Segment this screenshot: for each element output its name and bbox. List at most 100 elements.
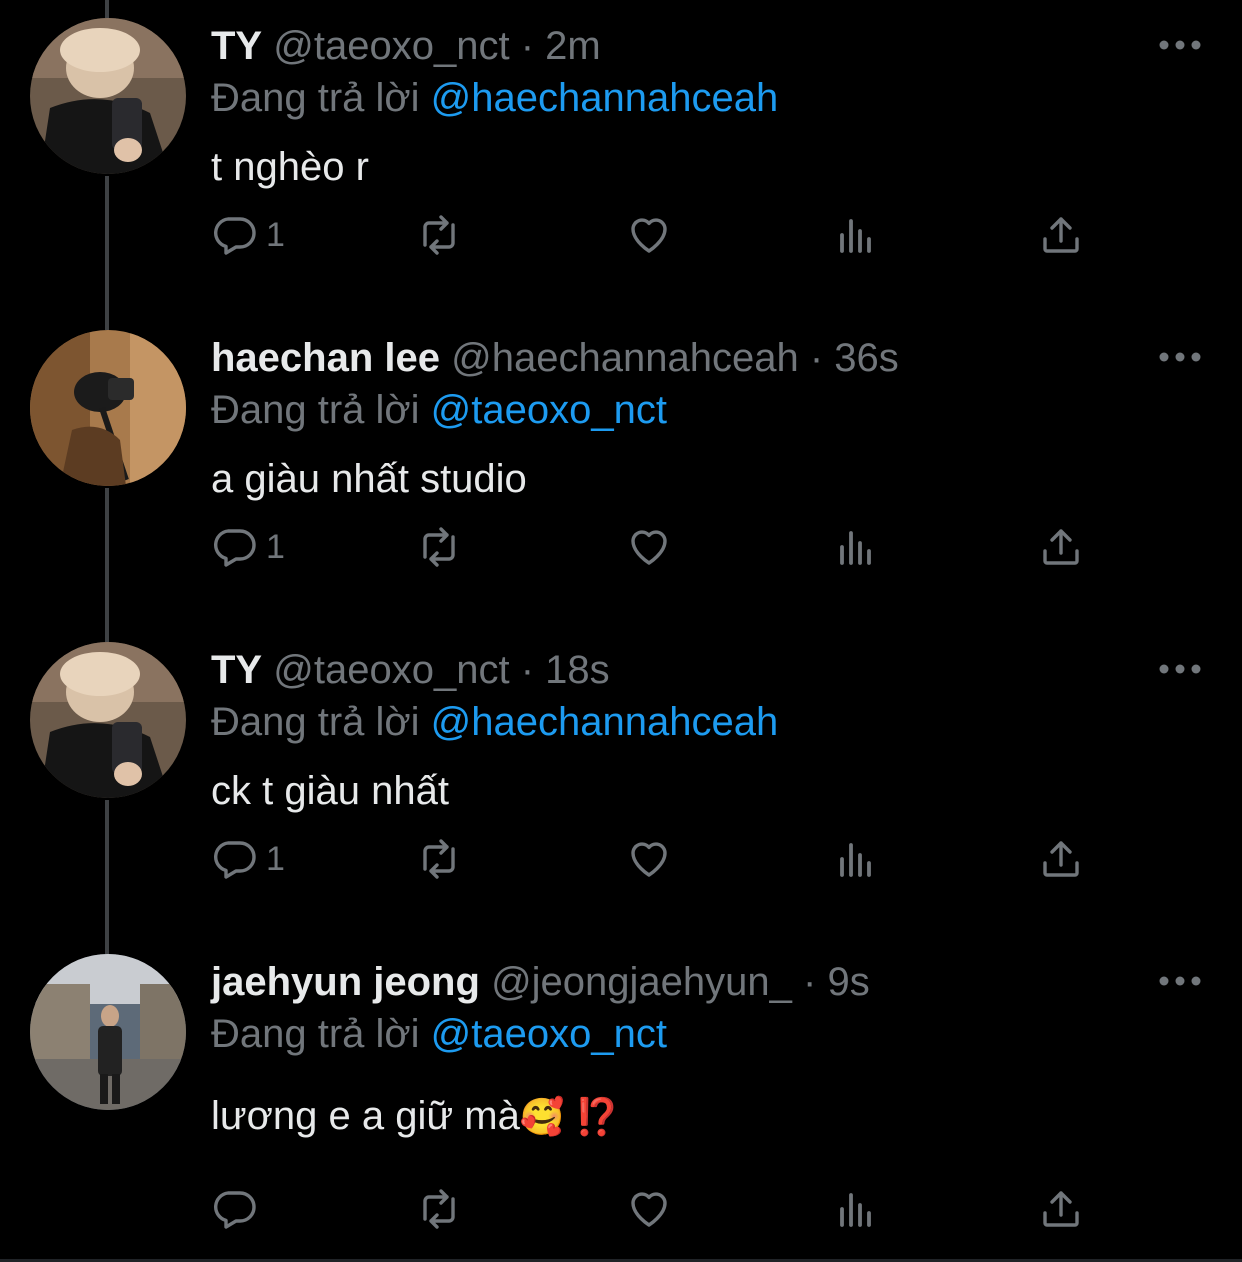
replying-to: Đang trả lời @haechannahceah — [211, 76, 778, 120]
tweet-text: ck t giàu nhất — [211, 767, 449, 815]
more-icon — [1159, 976, 1201, 986]
views-button[interactable] — [832, 522, 880, 572]
replying-to: Đang trả lời @taeoxo_nct — [211, 388, 667, 432]
replying-to: Đang trả lời @haechannahceah — [211, 700, 778, 744]
replying-to-label: Đang trả lời — [211, 1012, 420, 1056]
views-button[interactable] — [832, 834, 880, 884]
tweet[interactable]: haechan lee @haechannahceah · 36s Đang t… — [0, 312, 1242, 624]
tweet-header: TY @taeoxo_nct · 18s — [211, 648, 610, 692]
like-icon — [631, 1192, 667, 1227]
display-name[interactable]: TY — [211, 24, 262, 68]
replying-to-label: Đang trả lời — [211, 700, 420, 744]
more-options-button[interactable] — [1158, 350, 1202, 364]
user-handle[interactable]: @haechannahceah — [451, 336, 799, 380]
tweet[interactable]: jaehyun jeong @jeongjaehyun_ · 9s Đang t… — [0, 936, 1242, 1262]
reply-thread: TY @taeoxo_nct · 2m Đang trả lời @haecha… — [0, 0, 1242, 1262]
tweet-text-content: ck t giàu nhất — [211, 769, 449, 813]
reply-count: 1 — [266, 839, 285, 878]
tweet-text-content: a giàu nhất studio — [211, 457, 527, 501]
tweet-text-content: lương e a giữ mà — [211, 1094, 520, 1138]
separator-dot: · — [520, 24, 546, 68]
separator-dot: · — [520, 648, 546, 692]
views-icon — [840, 1193, 871, 1227]
display-name[interactable]: haechan lee — [211, 336, 440, 380]
tweet-actions — [210, 1184, 1110, 1234]
separator-dot: · — [809, 336, 835, 380]
timestamp[interactable]: 2m — [545, 24, 601, 68]
retweet-icon — [423, 527, 455, 567]
replying-to-handle[interactable]: @taeoxo_nct — [431, 1012, 667, 1056]
like-button[interactable] — [625, 210, 673, 260]
user-handle[interactable]: @jeongjaehyun_ — [491, 960, 792, 1004]
retweet-button[interactable] — [415, 1184, 463, 1234]
replying-to: Đang trả lời @taeoxo_nct — [211, 1012, 667, 1056]
avatar[interactable] — [30, 954, 186, 1110]
tweet-actions: 1 — [210, 834, 1110, 884]
jaehyun-avatar-image — [30, 954, 186, 1110]
tweet-emoji: 🥰 ⁉️ — [519, 1096, 620, 1137]
retweet-button[interactable] — [415, 522, 463, 572]
avatar[interactable] — [30, 18, 186, 174]
reply-button[interactable]: 1 — [210, 210, 285, 260]
avatar[interactable] — [30, 330, 186, 486]
tweet-text: a giàu nhất studio — [211, 455, 527, 503]
timestamp[interactable]: 18s — [545, 648, 610, 692]
timestamp[interactable]: 36s — [834, 336, 899, 380]
display-name[interactable]: TY — [211, 648, 262, 692]
more-options-button[interactable] — [1158, 662, 1202, 676]
display-name[interactable]: jaehyun jeong — [211, 960, 480, 1004]
more-options-button[interactable] — [1158, 974, 1202, 988]
separator-dot: · — [803, 960, 828, 1004]
replying-to-handle[interactable]: @haechannahceah — [431, 700, 779, 744]
views-icon — [840, 531, 871, 565]
views-button[interactable] — [832, 1184, 880, 1234]
more-icon — [1159, 352, 1201, 362]
reply-icon — [214, 841, 256, 879]
reply-icon — [214, 217, 256, 255]
tweet[interactable]: TY @taeoxo_nct · 18s Đang trả lời @haech… — [0, 624, 1242, 936]
reply-count: 1 — [266, 527, 285, 566]
tweet-header: jaehyun jeong @jeongjaehyun_ · 9s — [211, 960, 870, 1004]
replying-to-handle[interactable]: @taeoxo_nct — [431, 388, 667, 432]
replying-to-handle[interactable]: @haechannahceah — [431, 76, 779, 120]
retweet-icon — [423, 1189, 455, 1229]
timestamp[interactable]: 9s — [827, 960, 869, 1004]
user-handle[interactable]: @taeoxo_nct — [273, 648, 509, 692]
tweet[interactable]: TY @taeoxo_nct · 2m Đang trả lời @haecha… — [0, 0, 1242, 312]
avatar[interactable] — [30, 642, 186, 798]
reply-button[interactable]: 1 — [210, 522, 285, 572]
like-button[interactable] — [625, 522, 673, 572]
share-button[interactable] — [1037, 522, 1085, 572]
user-handle[interactable]: @taeoxo_nct — [273, 24, 509, 68]
retweet-button[interactable] — [415, 834, 463, 884]
share-button[interactable] — [1037, 834, 1085, 884]
like-button[interactable] — [625, 834, 673, 884]
like-icon — [631, 530, 667, 565]
tweet-text: lương e a giữ mà🥰 ⁉️ — [211, 1092, 619, 1141]
share-icon — [1043, 1191, 1079, 1227]
like-icon — [631, 842, 667, 877]
views-button[interactable] — [832, 210, 880, 260]
like-icon — [631, 218, 667, 253]
retweet-icon — [423, 839, 455, 879]
ty-avatar-image — [30, 18, 186, 174]
retweet-icon — [423, 215, 455, 255]
more-icon — [1159, 664, 1201, 674]
reply-count: 1 — [266, 215, 285, 254]
replying-to-label: Đang trả lời — [211, 388, 420, 432]
tweet-header: haechan lee @haechannahceah · 36s — [211, 336, 899, 380]
share-button[interactable] — [1037, 1184, 1085, 1234]
reply-button[interactable]: 1 — [210, 834, 285, 884]
tweet-actions: 1 — [210, 210, 1110, 260]
reply-icon — [214, 1191, 256, 1229]
like-button[interactable] — [625, 1184, 673, 1234]
retweet-button[interactable] — [415, 210, 463, 260]
more-icon — [1159, 40, 1201, 50]
share-icon — [1043, 217, 1079, 253]
more-options-button[interactable] — [1158, 38, 1202, 52]
share-button[interactable] — [1037, 210, 1085, 260]
replying-to-label: Đang trả lời — [211, 76, 420, 120]
tweet-text: t nghèo r — [211, 143, 369, 191]
reply-button[interactable] — [210, 1184, 266, 1234]
views-icon — [840, 843, 871, 877]
